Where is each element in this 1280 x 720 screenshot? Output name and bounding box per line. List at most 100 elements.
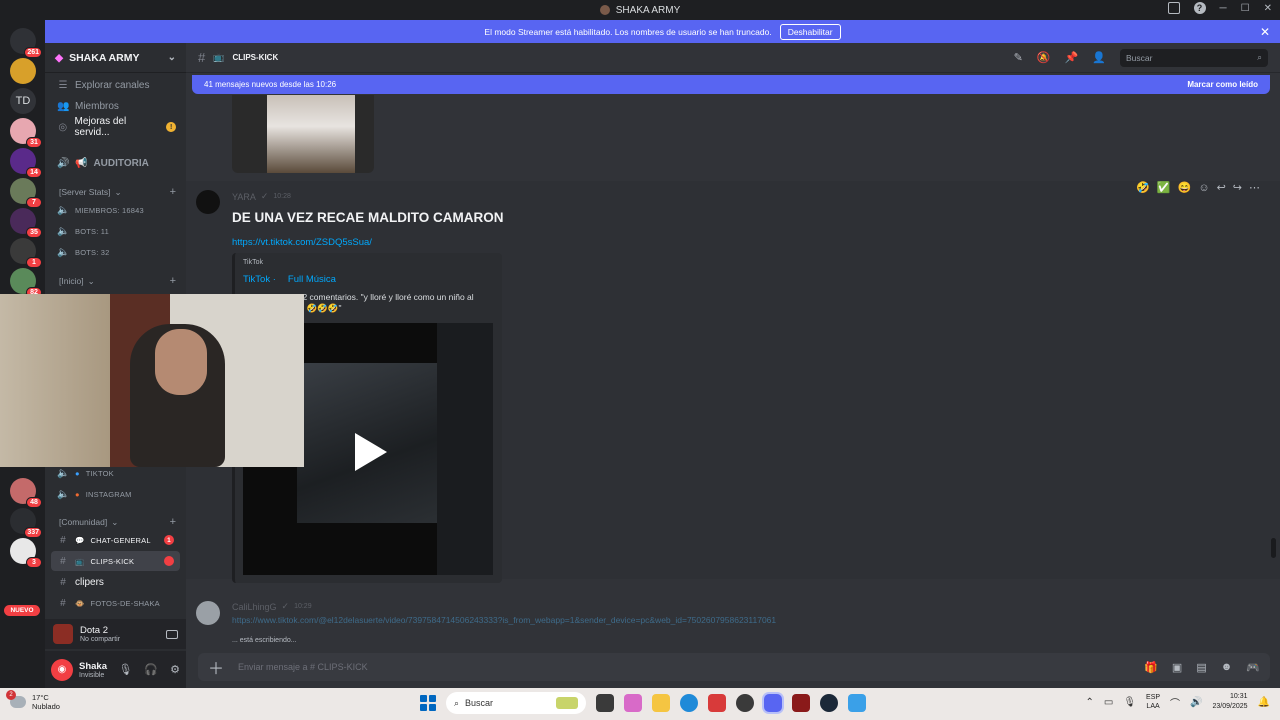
add-channel-icon[interactable]: + bbox=[170, 275, 176, 287]
category-comunidad[interactable]: [Comunidad] ⌄ + bbox=[59, 516, 176, 528]
microphone-icon[interactable]: 🎙 bbox=[118, 663, 132, 676]
member-list-icon[interactable]: 👤 bbox=[1092, 51, 1106, 64]
app-icon[interactable] bbox=[708, 694, 726, 712]
channel-stat-bots[interactable]: 🔈 BOTS: 11 bbox=[51, 221, 180, 241]
steam-icon[interactable] bbox=[820, 694, 838, 712]
pin-icon[interactable]: 📌 bbox=[1065, 51, 1079, 64]
edge-icon[interactable] bbox=[680, 694, 698, 712]
gif-icon[interactable]: ▣ bbox=[1172, 661, 1182, 674]
close-window-button[interactable]: ✕ bbox=[1264, 3, 1272, 14]
apps-icon[interactable]: 🎮 bbox=[1246, 661, 1260, 674]
add-channel-icon[interactable]: + bbox=[170, 516, 176, 528]
language-indicator[interactable]: ESP LAA bbox=[1146, 693, 1160, 711]
channel-stat-bots-2[interactable]: 🔈 BOTS: 32 bbox=[51, 242, 180, 262]
avatar[interactable]: ◉ bbox=[51, 658, 73, 681]
obs-icon[interactable] bbox=[736, 694, 754, 712]
wifi-icon[interactable]: ⌒ bbox=[1170, 695, 1180, 710]
close-icon[interactable]: ✕ bbox=[1260, 25, 1270, 39]
notepad-icon[interactable] bbox=[848, 694, 866, 712]
reply-icon[interactable]: ↩ bbox=[1217, 181, 1226, 194]
more-options-icon[interactable]: ⋯ bbox=[1249, 181, 1260, 194]
channel-stat-members[interactable]: 🔈 MIEMBROS: 16843 bbox=[51, 200, 180, 220]
message-link[interactable]: https://vt.tiktok.com/ZSDQ5sSua/ bbox=[232, 237, 372, 248]
server-icon[interactable] bbox=[10, 58, 36, 84]
avatar[interactable] bbox=[196, 190, 220, 214]
sidebar-item-explore[interactable]: ☰ Explorar canales bbox=[51, 75, 180, 95]
minimize-button[interactable]: ─ bbox=[1220, 3, 1227, 14]
channel-clipers[interactable]: # clipers bbox=[51, 572, 180, 592]
channel-clips-kick[interactable]: # 📺 CLIPS-KICK bbox=[51, 551, 180, 571]
reaction-smile-icon[interactable]: 😄 bbox=[1178, 181, 1192, 194]
volume-icon[interactable]: 🔊 bbox=[1190, 697, 1202, 708]
category-inicio[interactable]: [Inicio] ⌄ + bbox=[59, 275, 176, 287]
message-author[interactable]: YARA bbox=[232, 192, 256, 202]
guild-header[interactable]: ◆ SHAKA ARMY ⌄ bbox=[45, 43, 186, 73]
copilot-icon[interactable] bbox=[624, 694, 642, 712]
server-icon-td[interactable]: TD bbox=[10, 88, 36, 114]
dota-icon[interactable] bbox=[792, 694, 810, 712]
message-link[interactable]: https://www.tiktok.com/@el12delasuerte/v… bbox=[232, 615, 776, 625]
inbox-icon[interactable] bbox=[1167, 2, 1180, 14]
server-icon[interactable]: 337 bbox=[10, 508, 42, 538]
disable-streamer-button[interactable]: Deshabilitar bbox=[779, 23, 841, 40]
battery-icon[interactable]: ▭ bbox=[1104, 697, 1113, 708]
help-icon[interactable]: ? bbox=[1193, 2, 1206, 14]
new-messages-bar[interactable]: 41 mensajes nuevos desde las 10:26 Marca… bbox=[192, 75, 1270, 94]
server-icon[interactable]: 35 bbox=[10, 208, 42, 238]
message-input[interactable]: Enviar mensaje a # CLIPS-KICK bbox=[238, 662, 368, 672]
microphone-icon[interactable]: 🎙 bbox=[1123, 697, 1136, 708]
previous-message-media[interactable] bbox=[232, 95, 374, 173]
avatar[interactable] bbox=[196, 601, 220, 625]
channel-chat-general[interactable]: # 💬 CHAT-GENERAL 1 bbox=[51, 530, 180, 550]
channel-fotos-de-shaka[interactable]: # 🐵 FOTOS-DE-SHAKA bbox=[51, 593, 180, 613]
add-reaction-icon[interactable]: ☺ bbox=[1198, 182, 1209, 194]
screen-share-icon[interactable] bbox=[166, 629, 178, 639]
add-channel-icon[interactable]: + bbox=[170, 186, 176, 198]
server-icon[interactable]: 82 bbox=[10, 268, 42, 298]
server-icon[interactable]: 48 bbox=[10, 478, 42, 508]
threads-icon[interactable]: ✎ bbox=[1014, 51, 1023, 64]
server-icon[interactable]: 7 bbox=[10, 178, 42, 208]
sidebar-item-boosts[interactable]: ◎ Mejoras del servid... ! bbox=[51, 116, 180, 138]
gear-icon[interactable]: ⚙ bbox=[170, 663, 180, 676]
server-icon[interactable]: 14 bbox=[10, 148, 42, 178]
embed-author[interactable]: TikTok · bbox=[243, 274, 276, 285]
sticker-icon[interactable]: ▤ bbox=[1196, 661, 1206, 674]
windows-start-icon[interactable] bbox=[420, 695, 436, 711]
play-icon[interactable] bbox=[355, 433, 387, 471]
headphones-icon[interactable]: 🎧 bbox=[144, 663, 158, 676]
discord-icon[interactable] bbox=[764, 694, 782, 712]
notifications-icon[interactable]: 🔔 bbox=[1258, 697, 1270, 708]
task-view-icon[interactable] bbox=[596, 694, 614, 712]
server-icon[interactable]: 1 bbox=[10, 238, 42, 268]
file-explorer-icon[interactable] bbox=[652, 694, 670, 712]
message-composer[interactable]: ＋ Enviar mensaje a # CLIPS-KICK 🎁 ▣ ▤ ☻ … bbox=[198, 653, 1270, 681]
message-author[interactable]: CaliLhingG bbox=[232, 602, 277, 612]
maximize-button[interactable]: ☐ bbox=[1241, 3, 1250, 14]
sidebar-item-members[interactable]: 👥 Miembros bbox=[51, 96, 180, 116]
server-icon[interactable]: 3 bbox=[10, 538, 42, 568]
upload-icon[interactable]: ＋ bbox=[208, 655, 224, 679]
notification-bell-icon[interactable]: 🔕 bbox=[1037, 51, 1051, 64]
channel-instagram[interactable]: 🔈 ● INSTAGRAM bbox=[51, 484, 180, 504]
channel-auditoria[interactable]: 🔊 📢 AUDITORIA bbox=[51, 153, 180, 173]
reaction-laugh-icon[interactable]: 🤣 bbox=[1136, 181, 1150, 194]
emoji-icon[interactable]: ☻ bbox=[1221, 661, 1233, 674]
activity-panel[interactable]: Dota 2 No compartir bbox=[45, 619, 186, 649]
scrollbar[interactable] bbox=[1271, 538, 1276, 558]
taskbar-search[interactable]: ⌕ Buscar bbox=[446, 692, 586, 714]
search-input[interactable]: Buscar ⌕ bbox=[1120, 48, 1268, 67]
new-badge[interactable]: NUEVO bbox=[4, 605, 40, 616]
reaction-check-icon[interactable]: ✅ bbox=[1157, 181, 1171, 194]
mark-as-read-button[interactable]: Marcar como leído bbox=[1187, 80, 1258, 89]
gift-icon[interactable]: 🎁 bbox=[1144, 661, 1158, 674]
direct-messages-icon[interactable]: 261 bbox=[10, 28, 42, 58]
server-icon[interactable]: 31 bbox=[10, 118, 42, 148]
weather-widget[interactable]: 2 17°C Nublado bbox=[6, 690, 60, 711]
settings-dot-icon[interactable] bbox=[164, 556, 174, 566]
clock[interactable]: 10:31 23/09/2025 bbox=[1213, 692, 1248, 712]
forward-icon[interactable]: ↪ bbox=[1233, 181, 1242, 194]
embed-title[interactable]: Full Música bbox=[288, 274, 336, 285]
category-server-stats[interactable]: [Server Stats] ⌄ + bbox=[59, 186, 176, 198]
chevron-up-icon[interactable]: ⌃ bbox=[1085, 697, 1093, 708]
